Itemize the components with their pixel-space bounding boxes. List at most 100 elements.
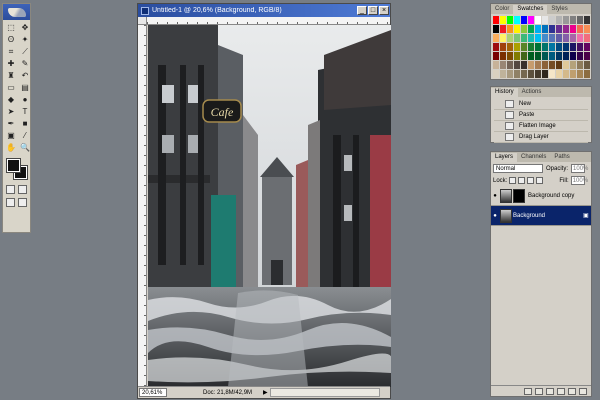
color-swatch[interactable] xyxy=(570,52,576,60)
color-swatch[interactable] xyxy=(542,25,548,33)
link-layers-icon[interactable] xyxy=(524,387,532,395)
color-swatch[interactable] xyxy=(556,43,562,51)
hand-tool-icon[interactable]: ✋ xyxy=(5,143,17,153)
standard-mode-button[interactable] xyxy=(6,185,15,194)
history-brush-source-icon[interactable] xyxy=(494,133,502,141)
close-button[interactable]: × xyxy=(379,6,389,15)
color-swatch[interactable] xyxy=(556,16,562,24)
color-swatch[interactable] xyxy=(556,52,562,60)
color-swatch[interactable] xyxy=(500,16,506,24)
history-item[interactable]: Drag Layer xyxy=(494,132,588,143)
color-swatch[interactable] xyxy=(584,34,590,42)
color-swatch[interactable] xyxy=(521,70,527,78)
color-swatch[interactable] xyxy=(570,34,576,42)
clone-stamp-tool-icon[interactable]: ♜ xyxy=(5,71,17,81)
color-swatch[interactable] xyxy=(500,52,506,60)
status-menu-arrow-icon[interactable]: ▶ xyxy=(263,389,270,396)
brush-tool-icon[interactable]: ✎ xyxy=(19,59,31,69)
tab-styles[interactable]: Styles xyxy=(547,5,571,14)
eraser-tool-icon[interactable]: ▭ xyxy=(5,83,17,93)
tab-layers[interactable]: Layers xyxy=(491,153,518,162)
zoom-level-field[interactable]: 20,61% xyxy=(139,388,167,397)
blend-mode-select[interactable]: Normal xyxy=(493,164,543,173)
quick-mask-mode-button[interactable] xyxy=(18,185,27,194)
color-swatch[interactable] xyxy=(493,25,499,33)
path-selection-tool-icon[interactable]: ➤ xyxy=(5,107,17,117)
tab-paths[interactable]: Paths xyxy=(550,153,573,162)
color-swatch[interactable] xyxy=(528,70,534,78)
image-canvas[interactable]: Cafe xyxy=(148,25,391,387)
history-brush-tool-icon[interactable]: ↶ xyxy=(19,71,31,81)
tab-history[interactable]: History xyxy=(491,88,518,97)
tab-channels[interactable]: Channels xyxy=(517,153,550,162)
screen-mode-standard-button[interactable] xyxy=(6,198,15,207)
color-swatch[interactable] xyxy=(584,70,590,78)
history-brush-source-icon[interactable] xyxy=(494,111,502,119)
new-fill-layer-icon[interactable] xyxy=(557,387,565,395)
color-swatch[interactable] xyxy=(514,34,520,42)
eyedropper-tool-icon[interactable]: ⁄ xyxy=(19,131,31,141)
color-swatch[interactable] xyxy=(549,52,555,60)
color-swatch[interactable] xyxy=(507,61,513,69)
history-item[interactable]: Paste xyxy=(494,110,588,121)
dodge-tool-icon[interactable]: ● xyxy=(19,95,31,105)
color-swatch[interactable] xyxy=(563,43,569,51)
color-swatch[interactable] xyxy=(514,52,520,60)
pen-tool-icon[interactable]: ✒ xyxy=(5,119,17,129)
color-swatch[interactable] xyxy=(570,16,576,24)
document-size-info[interactable]: Doc: 21,8M/42,9M xyxy=(203,390,263,396)
color-swatch[interactable] xyxy=(528,25,534,33)
color-swatch[interactable] xyxy=(507,25,513,33)
color-swatch[interactable] xyxy=(556,61,562,69)
color-swatch[interactable] xyxy=(549,16,555,24)
color-swatch[interactable] xyxy=(493,61,499,69)
color-swatch[interactable] xyxy=(563,25,569,33)
color-swatch[interactable] xyxy=(514,43,520,51)
history-item[interactable]: Flatten Image xyxy=(494,121,588,132)
notes-tool-icon[interactable]: ▣ xyxy=(5,131,17,141)
color-swatch[interactable] xyxy=(528,52,534,60)
color-swatch[interactable] xyxy=(542,52,548,60)
tab-color[interactable]: Color xyxy=(491,5,513,14)
color-swatch[interactable] xyxy=(521,16,527,24)
lock-position-checkbox[interactable] xyxy=(527,177,535,184)
color-swatch[interactable] xyxy=(549,61,555,69)
blur-tool-icon[interactable]: ◆ xyxy=(5,95,17,105)
magic-wand-tool-icon[interactable]: ✦ xyxy=(19,35,31,45)
color-swatch[interactable] xyxy=(563,70,569,78)
horizontal-scrollbar[interactable] xyxy=(270,388,380,397)
color-swatch[interactable] xyxy=(507,70,513,78)
color-swatch[interactable] xyxy=(577,34,583,42)
color-swatch[interactable] xyxy=(535,16,541,24)
color-swatch[interactable] xyxy=(535,43,541,51)
marquee-tool-icon[interactable]: ⬚ xyxy=(5,23,17,33)
fill-field[interactable]: 100% xyxy=(570,176,588,185)
document-title-bar[interactable]: Untitled-1 @ 20,6% (Background, RGB/8) _… xyxy=(138,4,390,17)
color-swatch[interactable] xyxy=(542,43,548,51)
color-swatch[interactable] xyxy=(556,34,562,42)
color-swatch[interactable] xyxy=(514,16,520,24)
lock-image-pixels-checkbox[interactable] xyxy=(518,177,526,184)
move-tool-icon[interactable]: ✥ xyxy=(19,23,31,33)
eye-icon[interactable]: ● xyxy=(491,193,499,199)
add-layer-style-icon[interactable] xyxy=(535,387,543,395)
screen-mode-full-button[interactable] xyxy=(18,198,27,207)
color-swatch[interactable] xyxy=(514,70,520,78)
color-swatch[interactable] xyxy=(542,61,548,69)
color-swatch[interactable] xyxy=(500,34,506,42)
color-swatch[interactable] xyxy=(521,43,527,51)
color-swatch[interactable] xyxy=(500,43,506,51)
color-swatch[interactable] xyxy=(500,70,506,78)
tab-actions[interactable]: Actions xyxy=(518,88,546,97)
color-swatch[interactable] xyxy=(528,16,534,24)
color-swatch[interactable] xyxy=(570,25,576,33)
color-swatch[interactable] xyxy=(507,16,513,24)
lasso-tool-icon[interactable]: ʘ xyxy=(5,35,17,45)
color-swatch[interactable] xyxy=(535,52,541,60)
color-swatch[interactable] xyxy=(507,34,513,42)
color-swatch[interactable] xyxy=(570,43,576,51)
maximize-button[interactable]: □ xyxy=(368,6,378,15)
color-swatch[interactable] xyxy=(556,25,562,33)
color-swatch[interactable] xyxy=(542,70,548,78)
color-swatch[interactable] xyxy=(577,61,583,69)
